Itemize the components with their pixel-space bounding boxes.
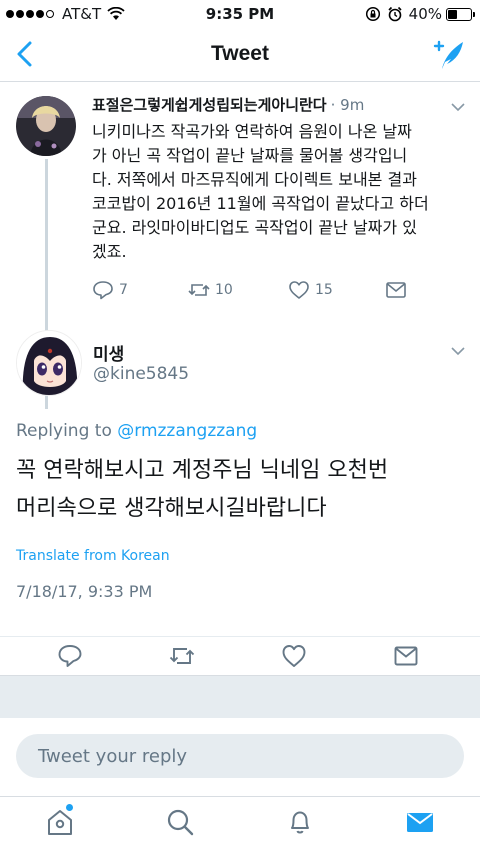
reply-button[interactable]: 7 — [92, 280, 128, 300]
author-handle[interactable]: @kine5845 — [93, 364, 189, 384]
like-count: 15 — [315, 282, 333, 298]
home-icon[interactable] — [45, 807, 75, 837]
profile-photo — [16, 96, 76, 156]
replying-to-label: Replying to — [16, 421, 118, 441]
profile-photo — [17, 331, 81, 395]
replying-to: Replying to @rmzzangzzang — [16, 421, 257, 441]
avatar[interactable] — [16, 330, 82, 396]
notification-dot — [66, 804, 73, 811]
battery-percent: 40% — [408, 5, 442, 23]
rotation-lock-icon — [365, 6, 380, 22]
reply-icon[interactable] — [57, 643, 83, 669]
parent-tweet[interactable]: 표절은그렇게쉽게성립되는게아니란다 · 9m 니키미나즈 작곡가와 연락하여 음원… — [0, 84, 480, 409]
parent-tweet-header: 표절은그렇게쉽게성립되는게아니란다 · 9m — [92, 94, 480, 118]
tweet-text: 꼭 연락해보시고 계정주님 닉네임 오천번 머리속으로 생각해보시길바랍니다 — [16, 458, 389, 521]
separator-area — [0, 676, 480, 718]
notifications-icon[interactable] — [285, 807, 315, 837]
focused-tweet: 미생 @kine5845 Replying to @rmzzangzzang 꼭… — [0, 316, 480, 676]
tweet-actions — [0, 636, 480, 667]
heart-icon — [289, 281, 309, 299]
author-name[interactable]: 미생 — [93, 340, 124, 365]
battery-icon — [446, 7, 475, 21]
author-name[interactable]: 표절은그렇게쉽게성립되는게아니란다 — [92, 96, 327, 114]
reply-icon — [93, 281, 113, 300]
compose-tweet-icon[interactable] — [432, 38, 466, 72]
direct-message-button[interactable] — [385, 280, 412, 300]
alarm-icon — [388, 6, 402, 22]
reply-input[interactable]: Tweet your reply — [16, 734, 464, 778]
retweet-button[interactable]: 10 — [188, 280, 233, 300]
tweet-actions: 7 10 15 — [92, 280, 422, 304]
replying-to-handle[interactable]: @rmzzangzzang — [117, 421, 257, 441]
envelope-icon[interactable] — [393, 643, 419, 669]
messages-icon[interactable] — [405, 807, 435, 837]
chevron-down-icon[interactable] — [450, 102, 466, 112]
reply-count: 7 — [119, 282, 128, 298]
retweet-icon — [188, 284, 210, 296]
like-button[interactable]: 15 — [288, 280, 333, 300]
nav-bar: Tweet — [0, 28, 480, 82]
search-icon[interactable] — [165, 807, 195, 837]
retweet-count: 10 — [215, 282, 233, 298]
heart-icon[interactable] — [281, 643, 307, 669]
envelope-icon — [386, 282, 406, 298]
status-bar: AT&T 9:35 PM 40% — [0, 0, 480, 28]
avatar[interactable] — [16, 96, 76, 156]
reply-bar: Tweet your reply — [0, 718, 480, 796]
retweet-icon[interactable] — [169, 643, 195, 669]
battery-fill — [448, 9, 457, 19]
status-right: 40% — [365, 5, 475, 23]
tab-bar — [0, 796, 480, 853]
page-title: Tweet — [211, 42, 269, 65]
tweet-time: · 9m — [330, 96, 365, 114]
tweet-text: 니키미나즈 작곡가와 연락하여 음원이 나온 날짜 가 아닌 곡 작업이 끝난 … — [92, 122, 429, 261]
chevron-down-icon[interactable] — [450, 346, 466, 356]
tweet-timestamp: 7/18/17, 9:33 PM — [16, 582, 153, 601]
translate-link[interactable]: Translate from Korean — [16, 548, 170, 564]
